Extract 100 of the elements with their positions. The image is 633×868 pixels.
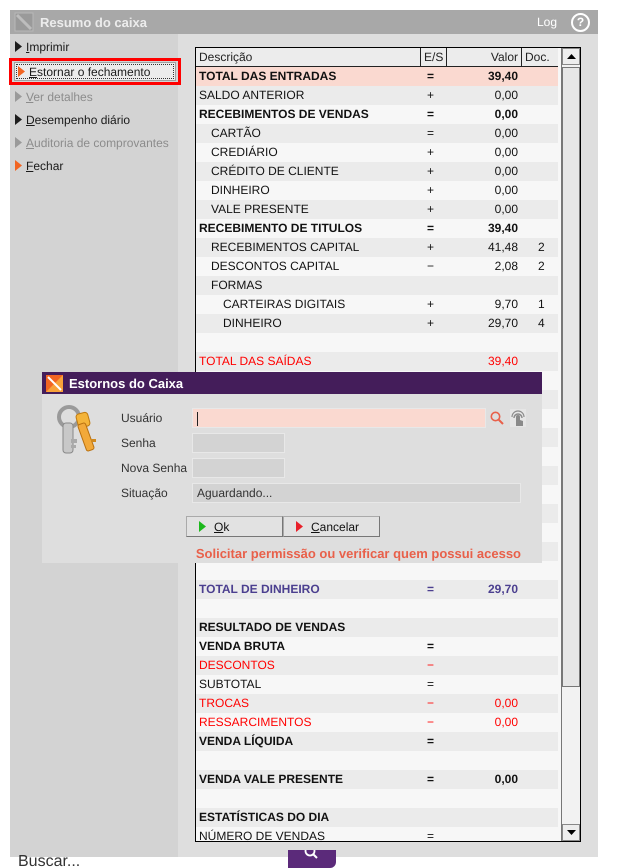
dialog-button[interactable]: Cancelar: [283, 516, 380, 537]
row-label: VENDA VALE PRESENTE: [199, 772, 344, 786]
dialog-title: Estornos do Caixa: [69, 376, 184, 390]
search-icon[interactable]: [490, 411, 504, 425]
sign-cell: =: [427, 639, 434, 653]
row-label: DINHEIRO: [223, 316, 282, 330]
sign-cell: +: [427, 88, 434, 102]
value-cell: 0,00: [494, 772, 518, 786]
value-cell: 9,70: [494, 297, 518, 311]
row-label: FORMAS: [211, 278, 262, 292]
column-header: Doc.: [524, 49, 551, 66]
status-field: Aguardando...: [192, 483, 521, 503]
value-cell: 41,48: [488, 240, 518, 254]
window-title: Resumo do caixa: [40, 14, 148, 30]
value-cell: 39,40: [488, 69, 518, 83]
row-label: VENDA LÍQUIDA: [199, 734, 294, 748]
sign-cell: =: [427, 221, 434, 235]
value-cell: 29,70: [488, 582, 518, 596]
value-cell: 29,70: [488, 316, 518, 330]
row-label: VENDA BRUTA: [199, 639, 285, 653]
row-label: RESULTADO DE VENDAS: [199, 620, 346, 634]
value-cell: 0,00: [494, 696, 518, 710]
sign-cell: =: [427, 734, 434, 748]
menu-item[interactable]: Estornar o fechamento: [14, 62, 176, 81]
doc-count: 2: [538, 240, 545, 254]
doc-count: 2: [538, 259, 545, 273]
up-arrow-icon: [566, 54, 576, 59]
doc-count: 4: [538, 316, 545, 330]
row-label: TOTAL DE DINHEIRO: [199, 582, 320, 596]
row-label: CARTÃO: [211, 126, 261, 140]
value-cell: 0,00: [494, 88, 518, 102]
column-header: E/S: [421, 48, 447, 66]
input-field[interactable]: [192, 408, 486, 428]
sign-cell: =: [427, 582, 434, 596]
row-label: CARTEIRAS DIGITAIS: [223, 297, 346, 311]
search-field[interactable]: Buscar...: [18, 854, 80, 868]
row-label: NÚMERO DE VENDAS: [199, 829, 326, 841]
row-label: SUBTOTAL: [199, 677, 262, 691]
row-label: RECEBIMENTOS DE VENDAS: [199, 107, 369, 121]
search-button[interactable]: [288, 850, 336, 868]
field-label: Usuário: [121, 411, 164, 425]
sign-cell: +: [427, 297, 434, 311]
sign-cell: +: [427, 145, 434, 159]
sign-cell: −: [427, 658, 434, 672]
value-cell: 0,00: [494, 202, 518, 216]
menu-item[interactable]: Desempenho diário: [10, 108, 178, 131]
app-logo-icon: [14, 12, 34, 32]
value-cell: 39,40: [488, 221, 518, 235]
dialog-button[interactable]: Ok: [186, 516, 283, 537]
value-cell: 2,08: [494, 259, 518, 273]
sign-cell: +: [427, 183, 434, 197]
row-label: VALE PRESENTE: [211, 202, 309, 216]
row-label: DESCONTOS CAPITAL: [211, 259, 340, 273]
dialog-logo-icon: [46, 374, 63, 392]
sign-cell: =: [427, 126, 434, 140]
sign-cell: +: [427, 164, 434, 178]
value-cell: 0,00: [494, 145, 518, 159]
search-icon: [304, 850, 320, 861]
column-header: Descrição: [196, 48, 421, 66]
value-cell: 0,00: [494, 126, 518, 140]
scroll-up-button[interactable]: [562, 48, 580, 65]
down-arrow-icon: [566, 830, 576, 835]
scroll-down-button[interactable]: [562, 824, 580, 841]
sign-cell: =: [427, 69, 434, 83]
row-label: CRÉDITO DE CLIENTE: [211, 164, 339, 178]
row-label: TOTAL DAS ENTRADAS: [199, 69, 336, 83]
field-label: Senha: [121, 436, 157, 450]
row-label: TROCAS: [199, 696, 250, 710]
field-label: Nova Senha: [121, 461, 188, 475]
value-cell: 0,00: [494, 107, 518, 121]
value-cell: 0,00: [494, 164, 518, 178]
menu-item[interactable]: Fechar: [10, 154, 178, 177]
doc-count: 1: [538, 297, 545, 311]
column-header: Valor: [447, 48, 522, 66]
field-label: Situação: [121, 486, 169, 500]
sign-cell: =: [427, 829, 434, 841]
row-label: DINHEIRO: [211, 183, 270, 197]
row-label: RESSARCIMENTOS: [199, 715, 312, 729]
sign-cell: =: [427, 772, 434, 786]
row-label: ESTATÍSTICAS DO DIA: [199, 810, 330, 824]
sign-cell: =: [427, 107, 434, 121]
sign-cell: =: [427, 677, 434, 691]
sign-cell: +: [427, 202, 434, 216]
row-label: RECEBIMENTO DE TITULOS: [199, 221, 362, 235]
sign-cell: −: [427, 696, 434, 710]
sign-cell: −: [427, 259, 434, 273]
warning-message: Solicitar permissão ou verificar quem possui acesso: [194, 546, 521, 561]
fingerprint-icon[interactable]: [510, 409, 526, 427]
scrollbar-thumb[interactable]: [562, 67, 580, 687]
row-label: DESCONTOS: [199, 658, 275, 672]
row-label: SALDO ANTERIOR: [199, 88, 304, 102]
row-label: TOTAL DAS SAÍDAS: [199, 354, 312, 368]
value-cell: 0,00: [494, 715, 518, 729]
row-label: CREDIÁRIO: [211, 145, 278, 159]
sign-cell: −: [427, 715, 434, 729]
row-label: RECEBIMENTOS CAPITAL: [211, 240, 360, 254]
menu-item[interactable]: Imprimir: [10, 35, 178, 58]
sign-cell: +: [427, 240, 434, 254]
value-cell: 0,00: [494, 183, 518, 197]
sign-cell: +: [427, 316, 434, 330]
